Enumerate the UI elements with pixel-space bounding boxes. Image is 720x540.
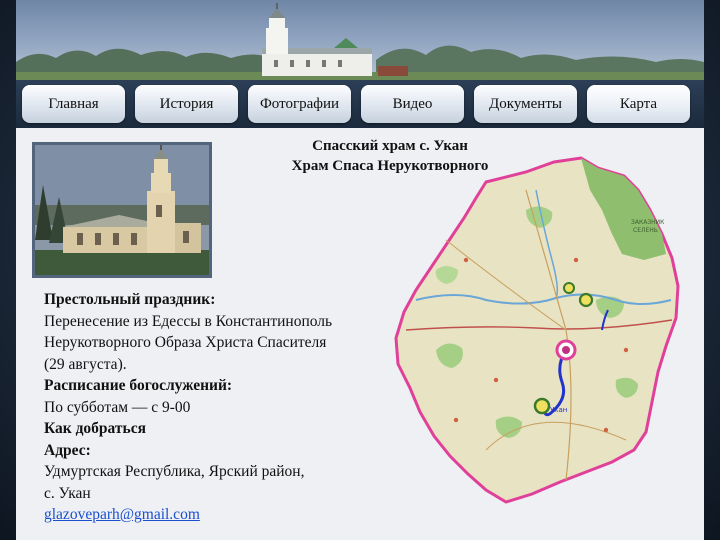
page-frame: Главная История Фотографии Видео Докумен… bbox=[16, 0, 704, 540]
church-marker-icon bbox=[578, 292, 594, 308]
tab-video[interactable]: Видео bbox=[361, 85, 464, 123]
header-banner-photo bbox=[16, 0, 704, 84]
tab-home[interactable]: Главная bbox=[22, 85, 125, 123]
map-marker-label: Укан bbox=[550, 406, 567, 414]
tab-documents[interactable]: Документы bbox=[474, 85, 577, 123]
main-navigation: Главная История Фотографии Видео Докумен… bbox=[16, 80, 704, 128]
church-marker-icon bbox=[563, 282, 575, 294]
tab-history[interactable]: История bbox=[135, 85, 238, 123]
address-line-2: с. Укан bbox=[44, 484, 91, 502]
address-heading: Адрес: bbox=[44, 441, 91, 459]
district-center-marker-icon bbox=[555, 339, 577, 361]
church-info: Престольный праздник: Перенесение из Еде… bbox=[44, 289, 394, 526]
map-region-label-2: СЕЛЕНЬ bbox=[633, 227, 658, 234]
schedule-heading: Расписание богослужений: bbox=[44, 377, 233, 394]
tab-photos[interactable]: Фотографии bbox=[248, 85, 351, 123]
map-region-label-1: ЗАКАЗНИК bbox=[631, 219, 665, 226]
district-map[interactable]: ЗАКАЗНИК СЕЛЕНЬ Укан bbox=[376, 150, 696, 520]
tab-map[interactable]: Карта bbox=[587, 85, 690, 123]
ukan-marker-icon bbox=[533, 397, 551, 415]
schedule-text: По субботам — с 9-00 bbox=[44, 398, 191, 416]
directions-heading: Как добраться bbox=[44, 420, 146, 437]
feast-text-1: Перенесение из Едессы в Константинополь bbox=[44, 312, 333, 330]
feast-heading: Престольный праздник: bbox=[44, 291, 216, 308]
church-photo bbox=[32, 142, 212, 278]
feast-text-2: Нерукотворного Образа Христа Спасителя bbox=[44, 334, 327, 351]
address-line-1: Удмуртская Республика, Ярский район, bbox=[44, 463, 305, 480]
feast-text-3: (29 августа). bbox=[44, 355, 127, 373]
email-link[interactable]: glazoveparh@gmail.com bbox=[44, 504, 394, 526]
